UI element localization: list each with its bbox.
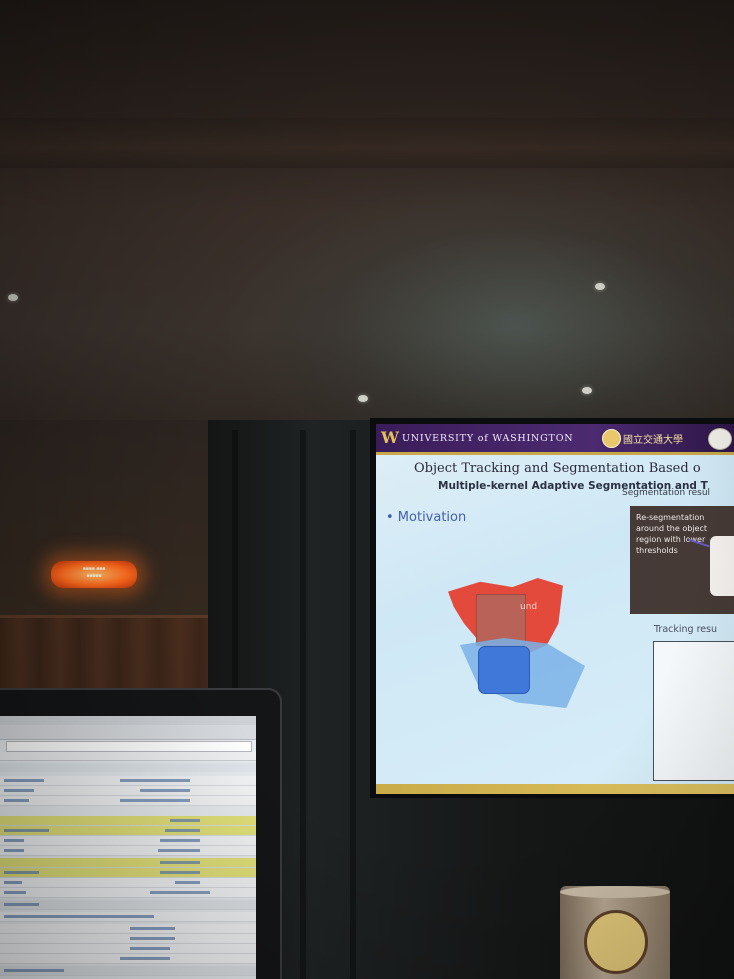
spreadsheet-row xyxy=(0,786,256,796)
spreadsheet-row xyxy=(0,934,256,944)
exit-sign: ■■■■ ■■■ ■■■■■ xyxy=(51,561,137,588)
spreadsheet-row xyxy=(0,888,256,898)
presentation-slide: W UNIVERSITY of WASHINGTON 國立交通大學 Object… xyxy=(376,424,734,794)
spreadsheet-row xyxy=(0,924,256,934)
cup-logo-icon xyxy=(584,910,648,974)
object-bounding-box xyxy=(476,594,526,646)
spreadsheet-row-highlight xyxy=(0,868,256,878)
exit-sign-lettering: ■■■■ ■■■ ■■■■■ xyxy=(82,566,106,579)
ceiling-light-fixture xyxy=(595,283,605,290)
ceiling-beam xyxy=(0,118,734,168)
laptop-screen xyxy=(0,716,256,979)
left-wall xyxy=(0,420,230,620)
curtain-fold xyxy=(350,430,356,979)
spreadsheet-row xyxy=(0,796,256,806)
spreadsheet-row-section xyxy=(0,966,256,976)
ceiling-light-fixture xyxy=(358,395,368,402)
resegmentation-image xyxy=(710,536,734,596)
slide-footer-bar xyxy=(376,784,734,794)
spreadsheet-row xyxy=(0,954,256,964)
motivation-bullet: • Motivation xyxy=(386,510,467,525)
partner-seal-icon xyxy=(708,428,732,450)
spreadsheet-row-highlight xyxy=(0,858,256,868)
coffee-cup xyxy=(560,886,670,979)
ceiling-light-fixture xyxy=(8,294,18,301)
resegmentation-panel: Re-segmentation around the object region… xyxy=(630,506,734,614)
browser-url-bar xyxy=(6,741,252,752)
spreadsheet-tabs xyxy=(0,763,256,772)
spreadsheet-row xyxy=(0,846,256,856)
projector-glow xyxy=(230,170,734,430)
mac-menu-bar xyxy=(0,716,256,725)
slide-header: W UNIVERSITY of WASHINGTON 國立交通大學 xyxy=(376,424,734,455)
spreadsheet-row xyxy=(0,944,256,954)
region-label: und xyxy=(520,602,538,612)
photo-scene: ■■■■ ■■■ ■■■■■ W UNIVERSITY of WASHINGTON… xyxy=(0,0,734,979)
tracking-results-frame xyxy=(653,641,734,781)
spreadsheet-row xyxy=(0,836,256,846)
cup-rim xyxy=(560,886,670,898)
uw-w-logo-icon: W xyxy=(381,428,399,447)
bookmarks-bar xyxy=(0,752,256,761)
browser-tab-bar xyxy=(0,725,256,740)
spreadsheet-row-highlight xyxy=(0,826,256,836)
spreadsheet-row-section xyxy=(0,900,256,910)
university-chinese-name: 國立交通大學 xyxy=(623,435,683,446)
nctu-seal-icon xyxy=(602,429,621,448)
segmentation-results-label: Segmentation resul xyxy=(622,488,711,498)
tracking-results-label: Tracking resu xyxy=(654,624,718,635)
slide-title: Object Tracking and Segmentation Based o xyxy=(414,461,701,476)
spreadsheet-row xyxy=(0,776,256,786)
curtain-fold xyxy=(300,430,306,979)
university-name: UNIVERSITY of WASHINGTON xyxy=(402,433,574,444)
spreadsheet-row-highlight xyxy=(0,816,256,826)
ceiling-light-fixture xyxy=(582,387,592,394)
spreadsheet-row xyxy=(0,878,256,888)
spreadsheet-row xyxy=(0,912,256,922)
blue-object-box xyxy=(478,646,530,694)
